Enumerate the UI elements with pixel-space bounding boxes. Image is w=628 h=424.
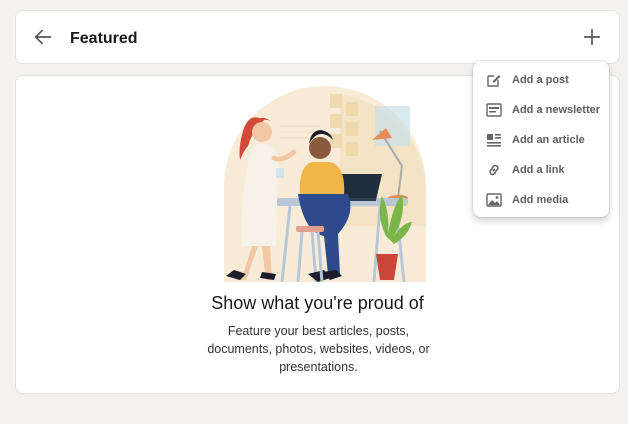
plus-icon (583, 28, 601, 46)
menu-item-label: Add an article (512, 134, 585, 146)
empty-state-description: Feature your best articles, posts, docum… (207, 324, 430, 374)
menu-item-add-post[interactable]: Add a post (473, 65, 609, 95)
article-icon (486, 132, 502, 148)
menu-item-label: Add media (512, 194, 569, 206)
menu-item-add-newsletter[interactable]: Add a newsletter (473, 95, 609, 125)
menu-item-add-link[interactable]: Add a link (473, 155, 609, 185)
menu-item-label: Add a post (512, 74, 569, 86)
arrow-left-icon (34, 29, 52, 45)
featured-header-card: Featured (15, 10, 620, 64)
link-icon (486, 162, 502, 178)
back-button[interactable] (32, 26, 54, 48)
pencil-square-icon (486, 72, 502, 88)
add-featured-menu: Add a post Add a newsletter Add an artic… (473, 61, 609, 217)
newsletter-icon (486, 102, 502, 118)
empty-state-title: Show what you're proud of (211, 293, 424, 313)
page-title: Featured (70, 30, 138, 47)
menu-item-label: Add a link (512, 164, 565, 176)
add-featured-button[interactable] (581, 26, 603, 48)
image-icon (486, 192, 502, 208)
menu-item-label: Add a newsletter (512, 104, 601, 116)
people-working-illustration (224, 86, 426, 282)
menu-item-add-article[interactable]: Add an article (473, 125, 609, 155)
menu-item-add-media[interactable]: Add media (473, 185, 609, 215)
